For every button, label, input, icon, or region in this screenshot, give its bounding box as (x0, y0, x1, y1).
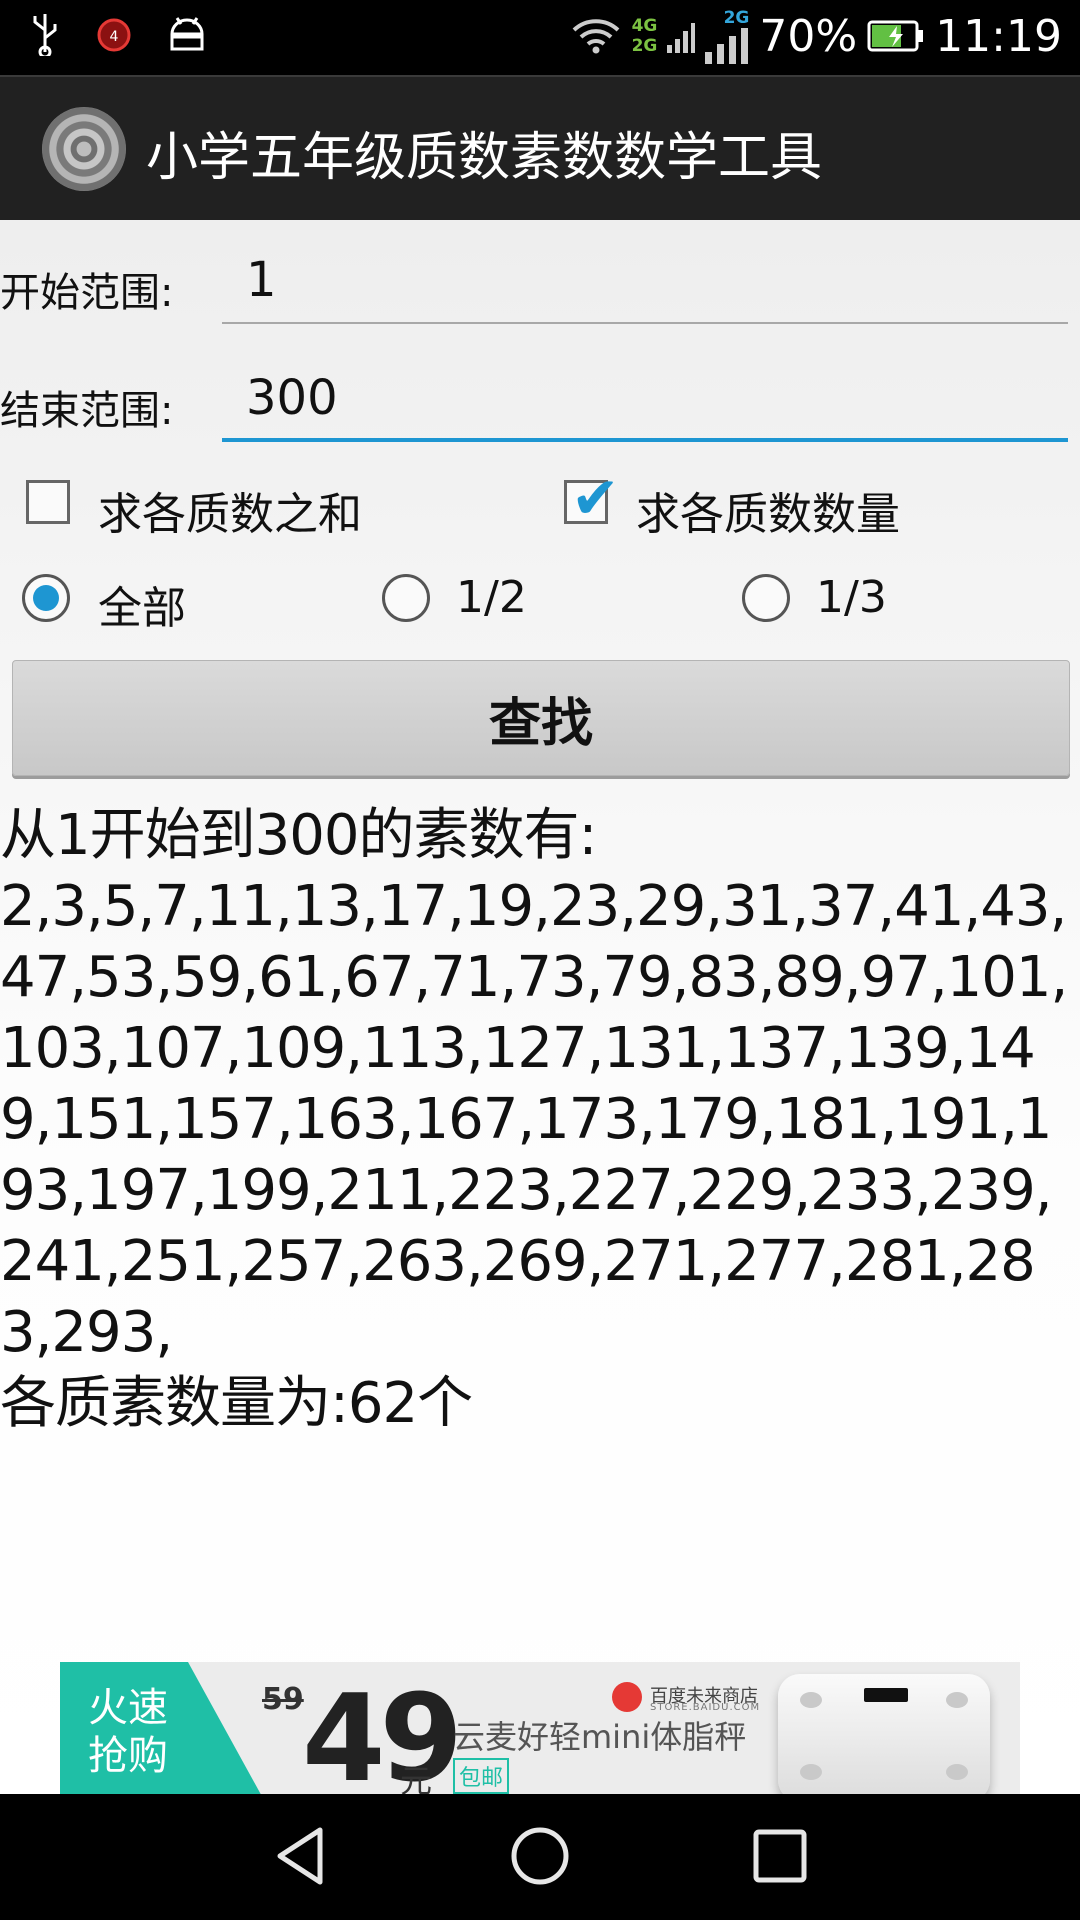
signal-icon-2 (705, 28, 749, 64)
checkmark-icon: ✔ (571, 464, 620, 532)
signal-icon (667, 23, 696, 53)
radio-all[interactable] (22, 574, 70, 622)
start-range-underline (222, 322, 1068, 324)
scale-pad (800, 1692, 822, 1708)
main-content: 开始范围: 结束范围: 求各质数之和 ✔ 求各质数数量 全部 1/2 1/3 查… (0, 220, 1080, 1811)
network-2g-label-b: 2G (723, 8, 750, 28)
scale-pad (800, 1764, 822, 1780)
ad-product-name: 云麦好轻mini体脂秤 (453, 1718, 747, 1756)
find-button[interactable]: 查找 (12, 660, 1070, 776)
battery-percent: 70% (759, 10, 858, 62)
action-bar: 小学五年级质数素数数学工具 (0, 75, 1080, 222)
start-range-input[interactable] (222, 244, 1067, 316)
battery-icon (867, 20, 924, 52)
wifi-icon (572, 19, 619, 54)
ad-old-price: 59 (262, 1682, 304, 1717)
radio-half-label[interactable]: 1/2 (456, 572, 527, 623)
scale-pad (946, 1692, 968, 1708)
result-count: 各质素数量为:62个 (0, 1371, 473, 1436)
ad-free-shipping: 包邮 (453, 1758, 510, 1794)
scale-pad (946, 1764, 968, 1780)
count-checkbox[interactable]: ✔ (564, 469, 620, 527)
back-icon[interactable] (272, 1824, 328, 1888)
ad-banner[interactable]: 火速抢购 59 49 元 百度未来商店 STORE.BAIDU.COM 云麦好轻… (60, 1662, 1020, 1811)
status-left-icons: 4 (30, 12, 206, 56)
end-range-underline (222, 438, 1068, 442)
ad-flash-sale: 火速抢购 (88, 1685, 168, 1779)
result-primes: 2,3,5,7,11,13,17,19,23,29,31,37,41,43,47… (0, 874, 1068, 1365)
sum-checkbox[interactable] (26, 480, 70, 524)
scale-display (864, 1688, 908, 1702)
radio-half[interactable] (382, 574, 430, 622)
ad-store-logo-icon (612, 1682, 642, 1712)
android-debug-icon (170, 17, 204, 51)
alarm-badge-icon: 4 (97, 18, 131, 52)
radio-third-label[interactable]: 1/3 (816, 572, 887, 623)
network-4g-label: 4G (631, 16, 658, 36)
start-range-label: 开始范围: (0, 270, 174, 316)
home-icon[interactable] (508, 1824, 572, 1888)
radio-selected-dot (33, 585, 59, 611)
result-heading: 从1开始到300的素数有: (0, 803, 597, 868)
network-type: 4G 2G (632, 16, 658, 56)
status-bar: 4 4G 2G 2G 70% 11:19 (0, 0, 1080, 75)
ad-price: 49 (302, 1670, 463, 1809)
clock: 11:19 (935, 10, 1062, 62)
radio-all-label[interactable]: 全部 (98, 572, 186, 636)
ad-scale-image (778, 1674, 990, 1802)
svg-text:4: 4 (110, 29, 119, 45)
end-range-label: 结束范围: (0, 388, 174, 434)
app-title: 小学五年级质数素数数学工具 (146, 128, 823, 188)
sum-checkbox-label[interactable]: 求各质数之和 (98, 478, 362, 542)
count-checkbox-label[interactable]: 求各质数数量 (636, 478, 900, 542)
usb-icon (33, 14, 57, 56)
network-type-2: 2G (705, 8, 749, 64)
radio-third[interactable] (742, 574, 790, 622)
recents-icon[interactable] (752, 1824, 808, 1888)
end-range-input[interactable] (222, 362, 1067, 434)
status-right: 4G 2G 2G 70% 11:19 (570, 8, 1062, 64)
navigation-bar (0, 1794, 1080, 1920)
network-2g-label: 2G (631, 36, 658, 56)
result-area: 从1开始到300的素数有: 2,3,5,7,11,13,17,19,23,29,… (0, 800, 1080, 1439)
app-logo-icon (42, 107, 126, 191)
